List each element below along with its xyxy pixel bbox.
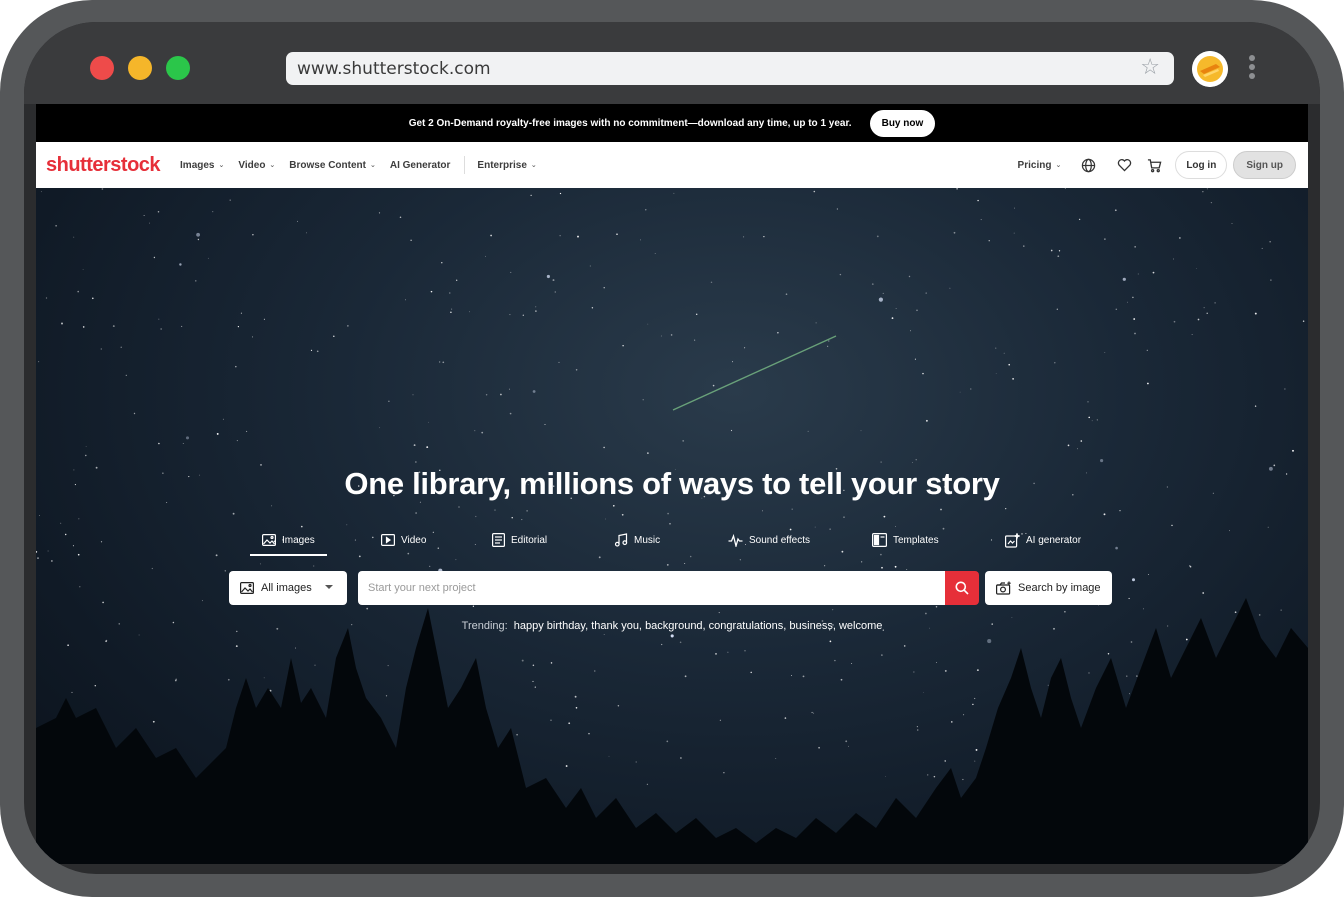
nav-item-images[interactable]: Images ⌄ — [180, 160, 224, 171]
nav-item-label: AI Generator — [389, 159, 451, 171]
music-icon — [614, 533, 628, 547]
templates-icon — [872, 533, 887, 547]
category-dropdown[interactable]: All images — [229, 571, 347, 605]
minimize-window-button[interactable] — [128, 56, 152, 80]
pricing-menu[interactable]: Pricing ⌄ — [1018, 160, 1062, 171]
nav-item-video[interactable]: Video ⌄ — [238, 160, 275, 171]
tab-label: Images — [282, 534, 315, 546]
globe-icon[interactable] — [1079, 156, 1097, 174]
ai-generator-icon — [1005, 532, 1020, 548]
promo-banner: Get 2 On-Demand royalty-free images with… — [36, 104, 1308, 142]
tab-label: Templates — [893, 534, 939, 546]
nav-item-ai-generator[interactable]: AI Generator — [390, 160, 451, 171]
kebab-menu-icon[interactable] — [1248, 55, 1256, 81]
image-icon — [262, 534, 276, 546]
chevron-down-icon: ⌄ — [530, 162, 537, 169]
tab-video[interactable]: Video — [381, 524, 426, 556]
promo-text: Get 2 On-Demand royalty-free images with… — [408, 117, 852, 129]
tab-label: Sound effects — [749, 534, 810, 546]
chevron-down-icon: ⌄ — [369, 162, 376, 169]
tab-label: Video — [401, 534, 427, 546]
nav-divider — [464, 156, 466, 174]
maximize-window-button[interactable] — [166, 56, 190, 80]
primary-nav: Images ⌄ Video ⌄ Browse Content ⌄ AI Genera… — [180, 156, 551, 174]
hero-title: One library, millions of ways to tell yo… — [344, 466, 1000, 501]
search-by-image-button[interactable]: Search by image — [985, 571, 1112, 605]
tab-ai-generator[interactable]: AI generator — [1005, 524, 1081, 556]
buy-now-button[interactable]: Buy now — [869, 109, 936, 137]
nav-item-label: Browse Content — [289, 159, 366, 171]
category-label: All images — [261, 582, 312, 594]
login-button[interactable]: Log in — [1175, 151, 1228, 179]
tab-images[interactable]: Images — [250, 524, 327, 556]
shutterstock-logo[interactable]: shutterstock — [46, 154, 161, 177]
trending-term[interactable]: background, — [645, 620, 706, 632]
browser-toolbar: www.shutterstock.com ☆ — [24, 22, 1320, 104]
page-viewport: Get 2 On-Demand royalty-free images with… — [36, 104, 1308, 864]
tab-label: AI generator — [1026, 534, 1082, 546]
trending-term[interactable]: business, — [789, 620, 835, 632]
trending-term[interactable]: thank you, — [591, 620, 642, 632]
profile-avatar[interactable] — [1192, 51, 1228, 87]
hero-section: One library, millions of ways to tell yo… — [36, 188, 1308, 864]
pricing-label: Pricing — [1017, 159, 1052, 171]
search-button[interactable] — [945, 571, 979, 605]
trending-label: Trending: — [461, 620, 508, 632]
tab-label: Editorial — [511, 534, 548, 546]
nav-item-browse-content[interactable]: Browse Content ⌄ — [289, 160, 376, 171]
tab-templates[interactable]: Templates — [872, 524, 939, 556]
video-icon — [381, 534, 395, 546]
signup-button[interactable]: Sign up — [1233, 151, 1296, 179]
nav-item-label: Images — [180, 159, 215, 171]
caret-down-icon — [325, 585, 333, 589]
sound-wave-icon — [728, 533, 743, 547]
editorial-icon — [492, 533, 505, 547]
address-bar[interactable]: www.shutterstock.com ☆ — [286, 52, 1174, 85]
nav-item-label: Enterprise — [477, 159, 527, 171]
media-type-tabs: Images Video Editorial Music Sound effec… — [250, 524, 1100, 556]
chevron-down-icon: ⌄ — [1055, 162, 1062, 169]
tab-label: Music — [634, 534, 661, 546]
trending-term[interactable]: welcome — [839, 620, 882, 632]
url-text: www.shutterstock.com — [297, 58, 491, 79]
heart-icon[interactable] — [1115, 156, 1133, 174]
search-by-image-label: Search by image — [1018, 582, 1101, 594]
tab-music[interactable]: Music — [614, 524, 660, 556]
tab-sound-effects[interactable]: Sound effects — [728, 524, 810, 556]
trending-term[interactable]: happy birthday, — [514, 620, 588, 632]
camera-search-icon — [996, 581, 1011, 595]
secondary-nav: Pricing ⌄ Log in Sign up — [1018, 148, 1296, 182]
trending-searches: Trending: happy birthday, thank you, bac… — [36, 620, 1308, 632]
tab-editorial[interactable]: Editorial — [492, 524, 547, 556]
profile-avatar-icon — [1192, 51, 1228, 87]
search-input[interactable] — [358, 571, 946, 605]
search-icon — [955, 581, 969, 595]
nav-item-enterprise[interactable]: Enterprise ⌄ — [477, 160, 536, 171]
chevron-down-icon: ⌄ — [269, 162, 276, 169]
cart-icon[interactable] — [1145, 156, 1163, 174]
site-navbar: shutterstock Images ⌄ Video ⌄ Browse Conte… — [36, 142, 1308, 188]
browser-window: www.shutterstock.com ☆ Get 2 On-Demand r… — [24, 22, 1320, 874]
trending-term[interactable]: congratulations, — [709, 620, 787, 632]
nav-item-label: Video — [238, 159, 266, 171]
chevron-down-icon: ⌄ — [218, 162, 225, 169]
star-icon[interactable]: ☆ — [1140, 57, 1160, 79]
device-frame: www.shutterstock.com ☆ Get 2 On-Demand r… — [0, 0, 1344, 897]
close-window-button[interactable] — [90, 56, 114, 80]
image-icon — [240, 582, 254, 594]
